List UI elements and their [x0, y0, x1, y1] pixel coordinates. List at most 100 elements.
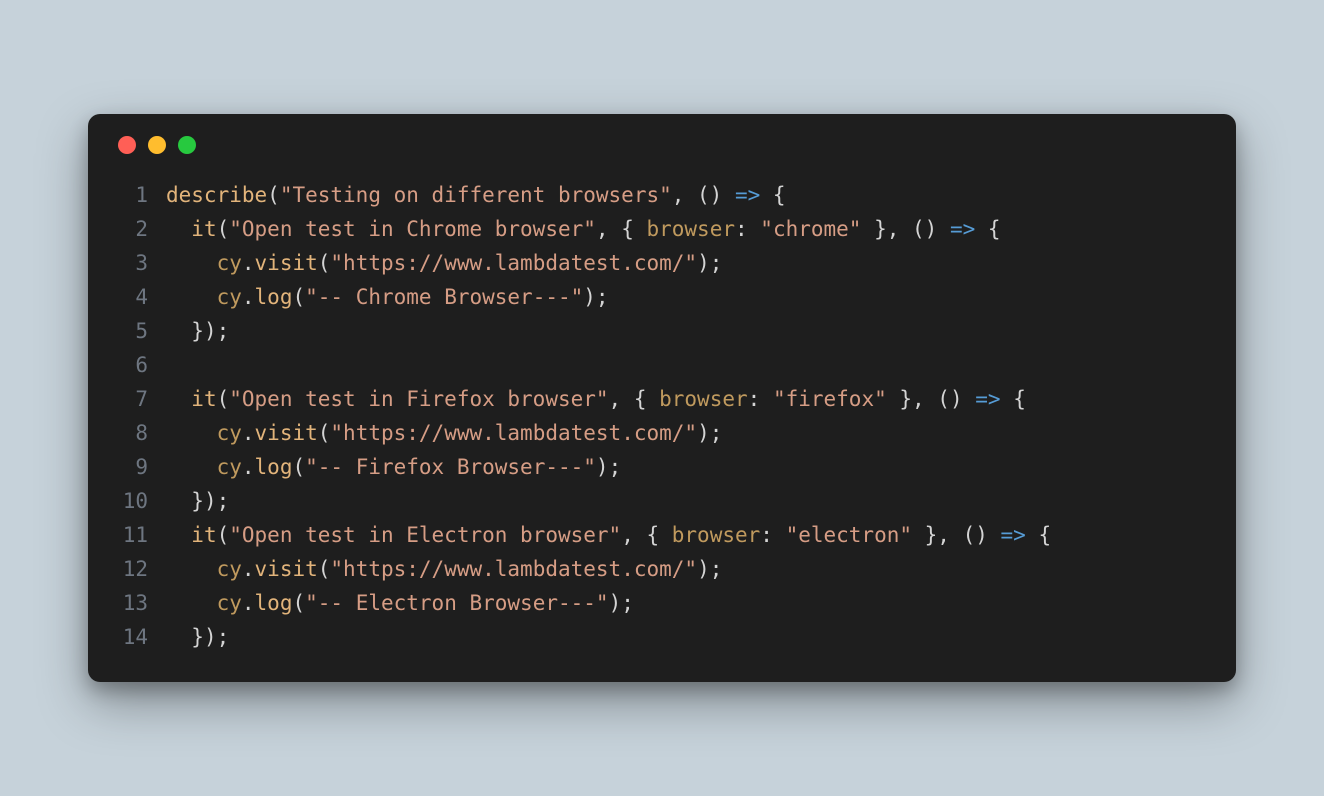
- token-default: (: [318, 557, 331, 581]
- token-obj: cy: [217, 421, 242, 445]
- code-line: 14 });: [112, 620, 1212, 654]
- token-func: it: [191, 387, 216, 411]
- token-arrow: =>: [1001, 523, 1026, 547]
- indent: [166, 387, 191, 411]
- code-line: 13 cy.log("-- Electron Browser---");: [112, 586, 1212, 620]
- code-line: 6: [112, 348, 1212, 382]
- code-line: 3 cy.visit("https://www.lambdatest.com/"…: [112, 246, 1212, 280]
- token-str: "electron": [786, 523, 912, 547]
- token-default: (: [217, 217, 230, 241]
- token-func: visit: [255, 251, 318, 275]
- indent: [166, 523, 191, 547]
- token-obj: cy: [217, 285, 242, 309]
- close-icon[interactable]: [118, 136, 136, 154]
- line-content: describe("Testing on different browsers"…: [166, 178, 1212, 212]
- token-default: (: [292, 591, 305, 615]
- token-default: {: [975, 217, 1000, 241]
- token-default: (: [318, 251, 331, 275]
- token-default: }, (): [912, 523, 1001, 547]
- line-number: 5: [112, 314, 166, 348]
- code-line: 7 it("Open test in Firefox browser", { b…: [112, 382, 1212, 416]
- token-default: :: [735, 217, 760, 241]
- line-number: 4: [112, 280, 166, 314]
- indent: [166, 285, 217, 309]
- token-func: log: [255, 591, 293, 615]
- token-func: it: [191, 523, 216, 547]
- token-default: {: [760, 183, 785, 207]
- line-number: 1: [112, 178, 166, 212]
- token-str: "https://www.lambdatest.com/": [330, 251, 697, 275]
- token-default: (: [292, 455, 305, 479]
- code-line: 10 });: [112, 484, 1212, 518]
- token-func: log: [255, 455, 293, 479]
- window-controls: [118, 136, 1212, 154]
- line-content: [166, 348, 1212, 382]
- zoom-icon[interactable]: [178, 136, 196, 154]
- token-obj: cy: [217, 557, 242, 581]
- indent: [166, 421, 217, 445]
- line-number: 13: [112, 586, 166, 620]
- line-content: cy.log("-- Chrome Browser---");: [166, 280, 1212, 314]
- token-key: browser: [672, 523, 761, 547]
- token-default: .: [242, 455, 255, 479]
- token-default: (: [318, 421, 331, 445]
- token-func: it: [191, 217, 216, 241]
- line-number: 11: [112, 518, 166, 552]
- token-default: .: [242, 591, 255, 615]
- line-content: cy.log("-- Electron Browser---");: [166, 586, 1212, 620]
- code-line: 1describe("Testing on different browsers…: [112, 178, 1212, 212]
- line-content: });: [166, 620, 1212, 654]
- code-line: 5 });: [112, 314, 1212, 348]
- indent: [166, 251, 217, 275]
- code-editor[interactable]: 1describe("Testing on different browsers…: [112, 178, 1212, 654]
- token-default: (: [267, 183, 280, 207]
- token-arrow: =>: [950, 217, 975, 241]
- token-default: {: [1026, 523, 1051, 547]
- token-default: , (): [672, 183, 735, 207]
- token-str: "-- Electron Browser---": [305, 591, 608, 615]
- indent: [166, 625, 191, 649]
- token-default: (: [217, 523, 230, 547]
- indent: [166, 217, 191, 241]
- token-func: log: [255, 285, 293, 309]
- indent: [166, 489, 191, 513]
- token-default: , {: [596, 217, 647, 241]
- token-default: );: [697, 251, 722, 275]
- token-default: , {: [621, 523, 672, 547]
- token-str: "https://www.lambdatest.com/": [330, 557, 697, 581]
- token-func: describe: [166, 183, 267, 207]
- token-str: "https://www.lambdatest.com/": [330, 421, 697, 445]
- line-content: });: [166, 484, 1212, 518]
- indent: [166, 557, 217, 581]
- token-default: .: [242, 285, 255, 309]
- token-default: .: [242, 421, 255, 445]
- token-default: :: [760, 523, 785, 547]
- token-default: );: [697, 421, 722, 445]
- minimize-icon[interactable]: [148, 136, 166, 154]
- token-default: );: [697, 557, 722, 581]
- token-default: .: [242, 251, 255, 275]
- line-content: cy.visit("https://www.lambdatest.com/");: [166, 552, 1212, 586]
- token-default: }, (): [861, 217, 950, 241]
- line-content: cy.visit("https://www.lambdatest.com/");: [166, 246, 1212, 280]
- line-number: 8: [112, 416, 166, 450]
- indent: [166, 319, 191, 343]
- token-arrow: =>: [975, 387, 1000, 411]
- indent: [166, 455, 217, 479]
- code-window: 1describe("Testing on different browsers…: [88, 114, 1236, 682]
- token-default: .: [242, 557, 255, 581]
- line-number: 3: [112, 246, 166, 280]
- code-line: 9 cy.log("-- Firefox Browser---");: [112, 450, 1212, 484]
- line-number: 10: [112, 484, 166, 518]
- line-number: 2: [112, 212, 166, 246]
- token-str: "-- Chrome Browser---": [305, 285, 583, 309]
- token-obj: cy: [217, 455, 242, 479]
- indent: [166, 591, 217, 615]
- code-line: 12 cy.visit("https://www.lambdatest.com/…: [112, 552, 1212, 586]
- token-str: "-- Firefox Browser---": [305, 455, 596, 479]
- token-str: "Open test in Chrome browser": [229, 217, 596, 241]
- token-str: "firefox": [773, 387, 887, 411]
- line-content: it("Open test in Firefox browser", { bro…: [166, 382, 1212, 416]
- token-default: }, (): [887, 387, 976, 411]
- token-str: "Testing on different browsers": [280, 183, 672, 207]
